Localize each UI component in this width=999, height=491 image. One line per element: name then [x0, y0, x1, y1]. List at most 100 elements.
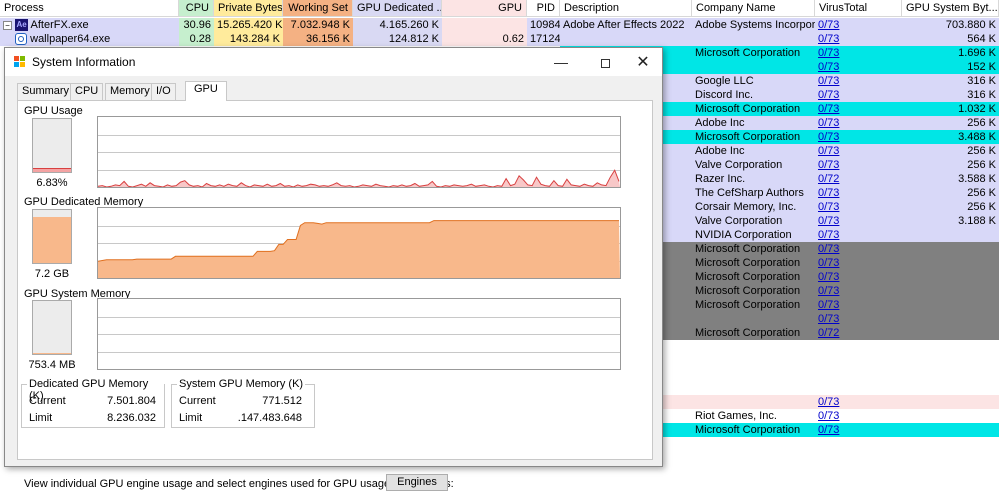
col-header-gpu-system-bytes[interactable]: GPU System Byt...	[902, 0, 999, 17]
process-name-cell: − Ae AfterFX.exe	[0, 18, 179, 32]
col-header-gpu[interactable]: GPU	[442, 0, 527, 17]
virustotal-link[interactable]: 0/73	[818, 299, 839, 311]
virustotal-link[interactable]: 0/73	[818, 159, 839, 171]
virustotal-link[interactable]: 0/73	[818, 424, 839, 436]
private-bytes-cell: 143.284 K	[214, 32, 283, 46]
virustotal-link[interactable]: 0/73	[818, 89, 839, 101]
virustotal-link[interactable]: 0/73	[818, 313, 839, 325]
col-header-private-bytes[interactable]: Private Bytes	[214, 0, 283, 17]
engines-button[interactable]: Engines	[386, 474, 448, 491]
tab-summary[interactable]: Summary	[17, 83, 75, 100]
gpu-system-cell	[902, 256, 999, 270]
virustotal-link[interactable]: 0/73	[818, 285, 839, 297]
company-cell: Adobe Inc	[695, 117, 745, 129]
virustotal-link[interactable]: 0/73	[818, 117, 839, 129]
gpu-dedicated-cell: 4.165.260 K	[353, 18, 442, 32]
collapse-icon[interactable]: −	[3, 20, 12, 30]
system-information-window[interactable]: System Information — ✕ Summary CPU Memor…	[4, 47, 663, 491]
company-cell: Adobe Systems Incorporated	[692, 18, 815, 32]
virustotal-cell: 0/73	[815, 200, 902, 214]
tab-gpu[interactable]: GPU	[185, 81, 227, 101]
company-cell: Adobe Inc	[695, 145, 745, 157]
virustotal-link[interactable]: 0/72	[818, 173, 839, 185]
gpu-system-cell: 316 K	[967, 75, 996, 87]
gpu-system-cell	[902, 298, 999, 312]
gpu-usage-meter	[32, 118, 72, 173]
virustotal-link[interactable]: 0/73	[818, 271, 839, 283]
maximize-button[interactable]	[590, 52, 620, 72]
virustotal-link[interactable]: 0/73	[818, 201, 839, 213]
limit-label: Limit	[179, 412, 203, 424]
virustotal-link[interactable]: 0/73	[818, 215, 839, 227]
virustotal-cell: 0/73	[815, 74, 902, 88]
col-header-company[interactable]: Company Name	[692, 0, 815, 17]
close-button[interactable]: ✕	[628, 52, 658, 72]
pid-cell: 10984	[527, 18, 560, 32]
virustotal-cell: 0/73	[815, 284, 902, 298]
virustotal-link[interactable]: 0/73	[818, 103, 839, 115]
virustotal-link[interactable]: 0/73	[818, 396, 839, 408]
virustotal-link[interactable]: 0/73	[818, 243, 839, 255]
virustotal-link[interactable]: 0/73	[818, 61, 839, 73]
virustotal-link[interactable]: 0/73	[818, 19, 839, 31]
process-row[interactable]: wallpaper64.exe 0.28 143.284 K 36.156 K …	[0, 32, 999, 46]
current-label: Current	[29, 395, 66, 407]
gpu-system-cell	[902, 242, 999, 256]
col-header-description[interactable]: Description	[560, 0, 692, 17]
gpu-system-cell: 256 K	[967, 117, 996, 129]
virustotal-link[interactable]: 0/73	[818, 187, 839, 199]
virustotal-cell: 0/73	[815, 18, 902, 32]
virustotal-link[interactable]: 0/73	[818, 145, 839, 157]
col-header-gpu-dedicated[interactable]: GPU Dedicated ...	[353, 0, 442, 17]
gpu-system-cell: 1.032 K	[958, 103, 996, 115]
col-header-process[interactable]: Process	[0, 0, 179, 17]
company-cell: Corsair Memory, Inc.	[695, 201, 797, 213]
gpu-dedicated-meter	[32, 209, 72, 264]
virustotal-link[interactable]: 0/73	[818, 47, 839, 59]
virustotal-link[interactable]: 0/73	[818, 75, 839, 87]
system-gpu-memory-group: System GPU Memory (K) Current 771.512 Li…	[171, 378, 315, 428]
gpu-system-cell: 703.880 K	[902, 18, 999, 32]
col-header-pid[interactable]: PID	[527, 0, 560, 17]
company-cell: Microsoft Corporation	[695, 47, 801, 59]
virustotal-link[interactable]: 0/73	[818, 33, 839, 45]
col-header-cpu[interactable]: CPU	[179, 0, 214, 17]
working-set-cell: 7.032.948 K	[283, 18, 353, 32]
col-header-virustotal[interactable]: VirusTotal	[815, 0, 902, 17]
app-icon	[14, 56, 25, 67]
tab-cpu[interactable]: CPU	[70, 83, 104, 100]
gpu-system-cell	[902, 270, 999, 284]
company-cell: Microsoft Corporation	[695, 271, 801, 283]
virustotal-cell: 0/73	[815, 395, 902, 409]
gpu-system-cell	[902, 228, 999, 242]
virustotal-cell: 0/73	[815, 242, 902, 256]
meter-fill	[33, 168, 71, 172]
virustotal-link[interactable]: 0/73	[818, 229, 839, 241]
company-cell: Valve Corporation	[695, 159, 783, 171]
company-cell: Riot Games, Inc.	[695, 410, 777, 422]
pid-cell: 17124	[527, 32, 560, 46]
company-cell	[692, 395, 815, 409]
virustotal-cell: 0/73	[815, 214, 902, 228]
col-header-working-set[interactable]: Working Set	[283, 0, 353, 17]
tab-io[interactable]: I/O	[151, 83, 176, 100]
virustotal-link[interactable]: 0/73	[818, 410, 839, 422]
current-value: 7.501.804	[107, 395, 156, 407]
virustotal-cell: 0/73	[815, 298, 902, 312]
process-row[interactable]: − Ae AfterFX.exe 30.96 15.265.420 K 7.03…	[0, 18, 999, 32]
company-cell: Microsoft Corporation	[695, 299, 801, 311]
gpu-system-cell: 152 K	[967, 61, 996, 73]
title-bar[interactable]: System Information — ✕	[5, 48, 662, 76]
virustotal-link[interactable]: 0/73	[818, 131, 839, 143]
company-cell: NVIDIA Corporation	[695, 229, 792, 241]
limit-value: .147.483.648	[237, 412, 302, 424]
gpu-system-cell: 256 K	[967, 159, 996, 171]
virustotal-cell: 0/73	[815, 32, 902, 46]
minimize-icon: —	[554, 54, 568, 70]
company-cell	[692, 32, 815, 46]
minimize-button[interactable]: —	[546, 52, 576, 72]
process-name: wallpaper64.exe	[30, 33, 111, 45]
virustotal-link[interactable]: 0/73	[818, 257, 839, 269]
tab-memory[interactable]: Memory	[105, 83, 155, 100]
virustotal-link[interactable]: 0/72	[818, 327, 839, 339]
